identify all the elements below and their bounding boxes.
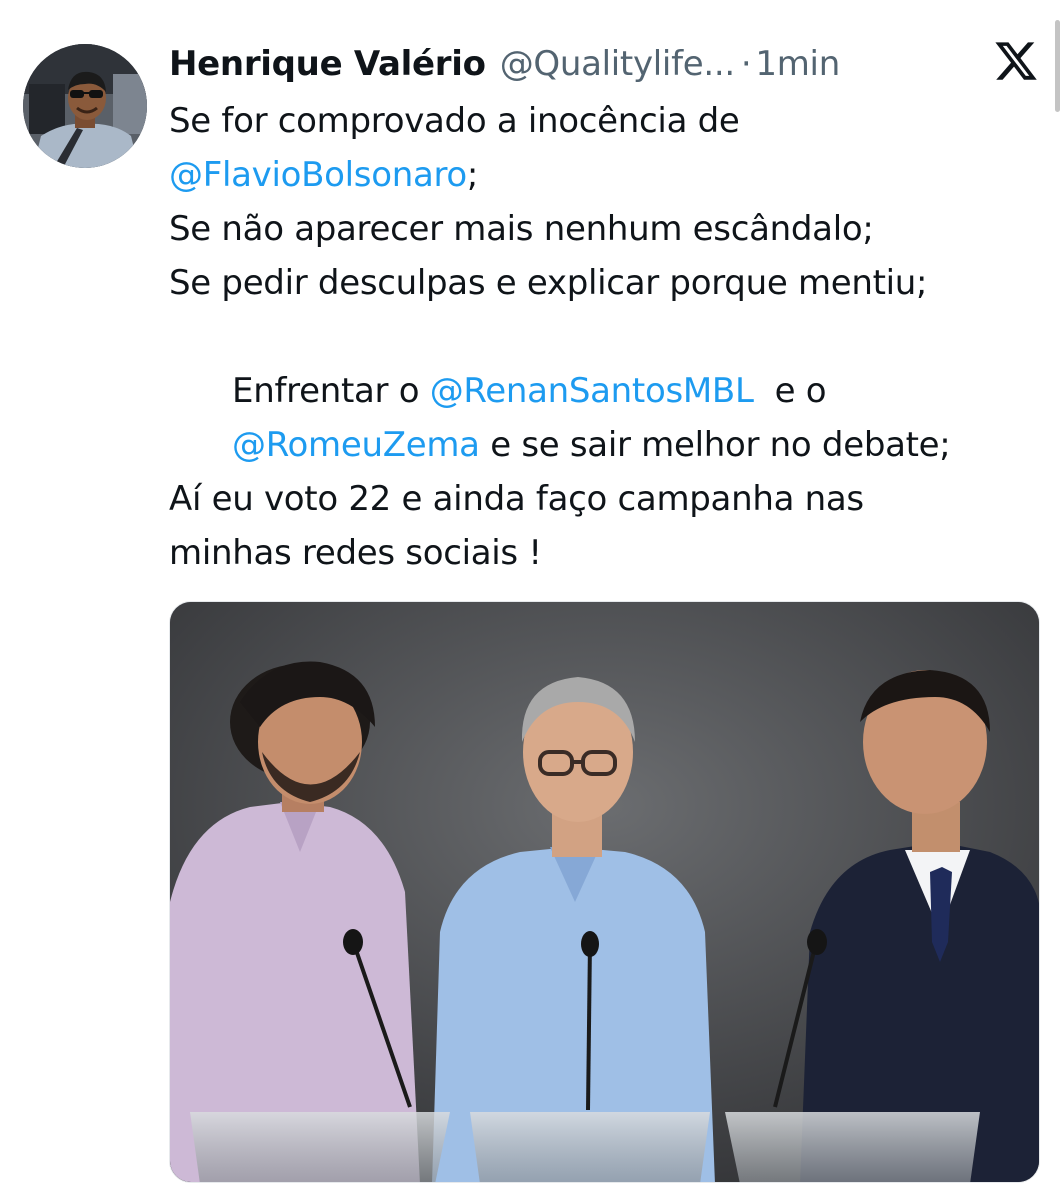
- tweet-line: Enfrentar o @RenanSantosMBL e o: [169, 310, 1049, 411]
- author-avatar[interactable]: [23, 44, 147, 168]
- tweet-text-segment: Aí eu voto 22 e ainda faço campanha nas: [169, 479, 864, 519]
- x-logo-icon[interactable]: [993, 38, 1039, 84]
- tweet-text-segment: ;: [466, 155, 479, 195]
- tweet-line: @FlavioBolsonaro;: [169, 148, 1049, 202]
- mention-link[interactable]: @RomeuZema: [232, 425, 480, 465]
- tweet-line: Se pedir desculpas e explicar porque men…: [169, 256, 1049, 310]
- tweet-text-segment: Se não aparecer mais nenhum escândalo;: [169, 209, 874, 249]
- separator-dot: ·: [740, 44, 752, 84]
- tweet-line: minhas redes sociais !: [169, 526, 1049, 580]
- tweet-text-segment: e o: [753, 371, 827, 411]
- tweet-text-segment: Se for comprovado a inocência de: [169, 101, 740, 141]
- profile-photo-icon: [23, 44, 147, 168]
- tweet-line: Aí eu voto 22 e ainda faço campanha nas: [169, 472, 1049, 526]
- tweet-card[interactable]: Henrique Valério @Qualitylife... · 1min …: [0, 0, 1063, 1200]
- tweet-text: Se for comprovado a inocência de @Flavio…: [169, 94, 1049, 580]
- tweet-line: Se não aparecer mais nenhum escândalo;: [169, 202, 1049, 256]
- tweet-text-segment: Enfrentar o: [232, 371, 430, 411]
- tweet-text-segment: e se sair melhor no debate;: [479, 425, 951, 465]
- tweet-text-segment: Se pedir desculpas e explicar porque men…: [169, 263, 928, 303]
- tweet-header: Henrique Valério @Qualitylife... · 1min: [169, 40, 840, 88]
- author-handle[interactable]: @Qualitylife...: [500, 44, 736, 84]
- mention-link[interactable]: @FlavioBolsonaro: [169, 155, 467, 195]
- tweet-text-segment: minhas redes sociais !: [169, 533, 542, 573]
- author-name[interactable]: Henrique Valério: [169, 44, 486, 84]
- debate-photo-icon: [170, 602, 1039, 1182]
- tweet-media-photo[interactable]: [169, 601, 1040, 1183]
- tweet-timestamp[interactable]: 1min: [755, 44, 840, 84]
- scrollbar[interactable]: [1055, 20, 1060, 112]
- mention-link[interactable]: @RenanSantosMBL: [430, 371, 754, 411]
- tweet-line: Se for comprovado a inocência de: [169, 94, 1049, 148]
